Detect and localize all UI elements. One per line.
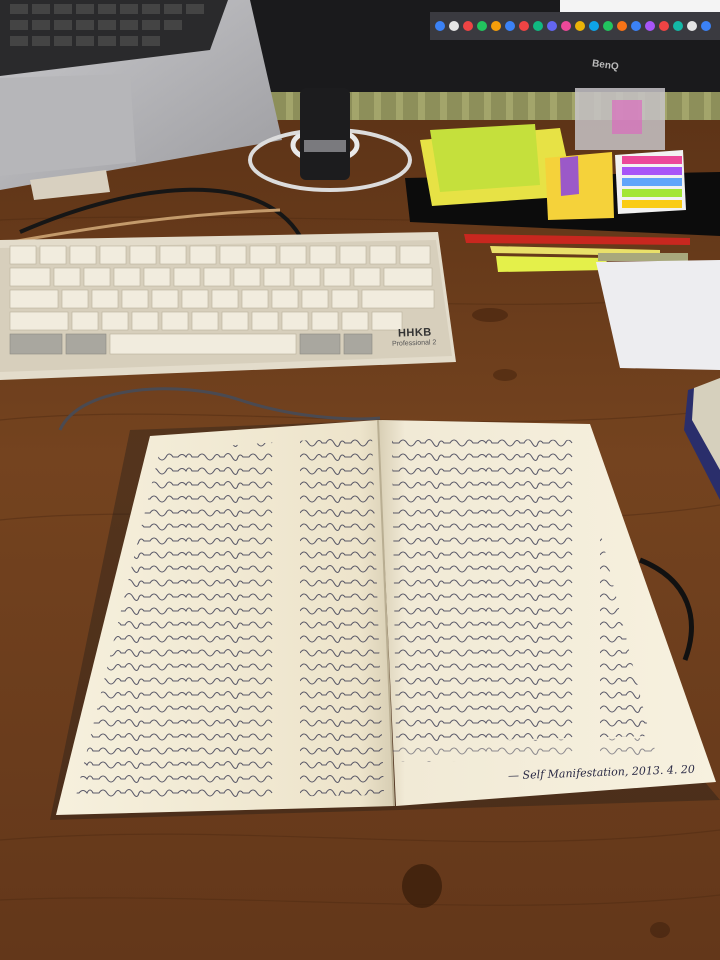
photo-scene: HHKB Professional 2 BenQ — Self Manifest… xyxy=(0,0,720,960)
hhkb-keyboard xyxy=(0,232,456,380)
desk-photo xyxy=(0,0,720,960)
